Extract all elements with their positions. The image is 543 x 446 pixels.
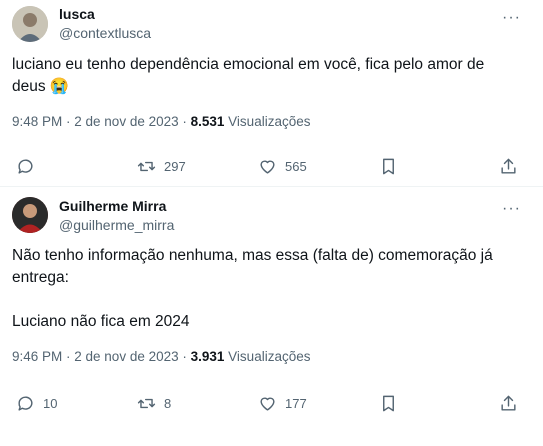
bookmark-button[interactable] (379, 391, 398, 415)
like-count: 177 (285, 395, 307, 411)
more-dots-icon[interactable]: ··· (502, 201, 521, 217)
avatar[interactable] (12, 197, 48, 233)
timestamp[interactable]: 9:46 PM · 2 de nov de 2023 · (12, 349, 191, 364)
share-button[interactable] (499, 391, 518, 415)
timestamp[interactable]: 9:48 PM · 2 de nov de 2023 · (12, 114, 191, 129)
bookmark-button[interactable] (379, 154, 398, 178)
repost-button[interactable]: 8 (137, 391, 171, 415)
tweet-meta: 9:46 PM · 2 de nov de 2023 · 3.931 Visua… (12, 349, 310, 364)
avatar[interactable] (12, 6, 48, 42)
repost-count: 297 (164, 158, 186, 174)
reply-bubble-icon (18, 158, 33, 174)
views-count: 3.931 (190, 349, 225, 364)
author-handle[interactable]: @contextlusca (59, 25, 151, 41)
bookmark-icon (383, 395, 394, 411)
repost-count: 8 (164, 395, 172, 411)
heart-icon (260, 160, 275, 174)
author-name[interactable]: Guilherme Mirra (59, 198, 166, 214)
tweet-guilherme-mirra[interactable]: Guilherme Mirra @guilherme_mirra ··· Não… (0, 187, 543, 446)
share-icon (501, 395, 516, 411)
share-button[interactable] (499, 154, 518, 178)
action-bar: 10 8 177 (0, 391, 543, 415)
views-count: 8.531 (190, 114, 225, 129)
like-count: 565 (285, 158, 307, 174)
repost-button[interactable]: 297 (137, 154, 186, 178)
reply-button[interactable]: 10 (16, 391, 57, 415)
repost-icon (137, 161, 156, 171)
views-label: Visualizações (224, 349, 311, 364)
like-button[interactable]: 177 (258, 391, 307, 415)
more-dots-icon[interactable]: ··· (502, 10, 521, 26)
reply-bubble-icon (18, 395, 33, 411)
tweet-text: luciano eu tenho dependência emocional e… (12, 56, 485, 95)
share-icon (501, 158, 516, 174)
views-label: Visualizações (224, 114, 311, 129)
author-name[interactable]: lusca (59, 6, 95, 22)
tweet-text: Não tenho informação nenhuma, mas essa (… (12, 247, 493, 330)
heart-icon (260, 397, 275, 411)
author-handle[interactable]: @guilherme_mirra (59, 217, 174, 233)
action-bar: 297 565 (0, 154, 543, 178)
tweet-lusca[interactable]: lusca @contextlusca ··· luciano eu tenho… (0, 0, 543, 186)
reply-count: 10 (43, 395, 58, 411)
repost-icon (137, 398, 156, 408)
reply-button[interactable] (16, 154, 43, 178)
tweet-meta: 9:48 PM · 2 de nov de 2023 · 8.531 Visua… (12, 114, 310, 129)
bookmark-icon (383, 158, 394, 174)
like-button[interactable]: 565 (258, 154, 307, 178)
